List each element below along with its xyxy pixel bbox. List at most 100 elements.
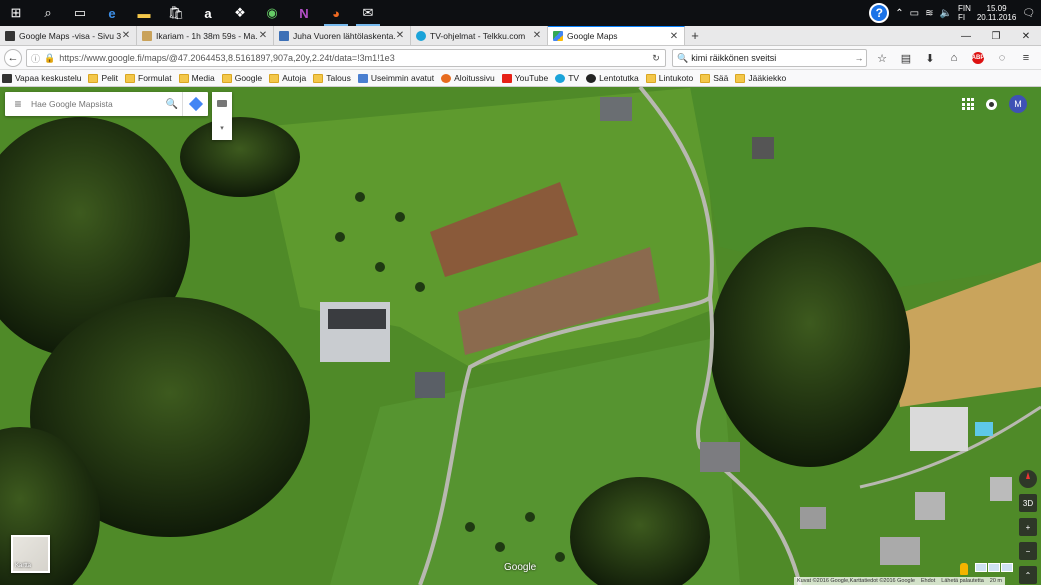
- minimize-icon[interactable]: —: [951, 26, 981, 46]
- chevron-up-icon[interactable]: ⌃: [895, 8, 903, 19]
- zoom-in-button[interactable]: +: [1019, 518, 1037, 536]
- bookmark-vapaa-keskustelu[interactable]: Vapaa keskustelu: [2, 73, 81, 83]
- bookmark-lentotutka[interactable]: Lentotutka: [586, 73, 639, 83]
- bookmark-star-icon[interactable]: ☆: [871, 48, 893, 68]
- expand-icon[interactable]: ⌃: [1019, 566, 1037, 584]
- restore-icon[interactable]: ❐: [981, 26, 1011, 46]
- bookmark-useimmin-avatut[interactable]: Useimmin avatut: [357, 73, 435, 83]
- back-button[interactable]: ←: [4, 48, 22, 67]
- search-text[interactable]: kimi räikkönen sveitsi: [691, 53, 852, 63]
- side-panel-toggle[interactable]: ▾: [212, 92, 232, 140]
- bookmark-tv[interactable]: TV: [555, 73, 579, 83]
- wifi-icon[interactable]: ≋: [925, 8, 933, 19]
- close-tab-icon[interactable]: ✕: [395, 30, 405, 41]
- help-icon[interactable]: ?: [869, 3, 890, 23]
- close-tab-icon[interactable]: ✕: [121, 30, 131, 41]
- avatar[interactable]: M: [1009, 95, 1027, 113]
- mail-icon[interactable]: ✉: [352, 0, 384, 26]
- bookmark-folder-saa[interactable]: Sää: [700, 73, 728, 83]
- bookmark-folder-formulat[interactable]: Formulat: [125, 73, 172, 83]
- zoom-out-button[interactable]: −: [1019, 542, 1037, 560]
- pegman-icon[interactable]: [960, 563, 968, 575]
- url-bar[interactable]: ⓘ 🔒 https://www.google.fi/maps/@47.20644…: [26, 49, 666, 67]
- directions-button[interactable]: [182, 92, 208, 116]
- compass-icon[interactable]: [1019, 470, 1037, 488]
- home-icon[interactable]: ⌂: [943, 48, 965, 68]
- info-icon[interactable]: ⓘ: [31, 52, 40, 65]
- maps-search-input[interactable]: [31, 99, 162, 109]
- adblock-icon[interactable]: ABP: [967, 48, 989, 68]
- bookmark-folder-talous[interactable]: Talous: [313, 73, 351, 83]
- windows-start-icon[interactable]: ⊞: [0, 0, 32, 26]
- bookmark-folder-media[interactable]: Media: [178, 73, 215, 83]
- bookmark-folder-jaakiekko[interactable]: Jääkiekko: [735, 73, 786, 83]
- bookmark-label: Useimmin avatut: [370, 73, 435, 83]
- close-window-icon[interactable]: ✕: [1011, 26, 1041, 46]
- search-go-icon[interactable]: →: [852, 53, 866, 63]
- language-top: FIN: [957, 4, 971, 13]
- bookmark-youtube[interactable]: YouTube: [501, 73, 548, 83]
- satellite-imagery: [0, 87, 1041, 585]
- store-icon[interactable]: 🛍: [160, 0, 192, 26]
- close-tab-icon[interactable]: ✕: [532, 30, 542, 41]
- tab-ikariam[interactable]: Ikariam - 1h 38m 59s - Ma... ✕: [137, 26, 274, 45]
- sync-icon[interactable]: ◌: [991, 48, 1013, 68]
- reload-icon[interactable]: ↻: [647, 53, 665, 64]
- feedback-link[interactable]: Lähetä palautetta: [941, 578, 984, 584]
- bookmark-folder-autoja[interactable]: Autoja: [269, 73, 306, 83]
- tab-juha-vuori[interactable]: Juha Vuoren lähtölaskenta... ✕: [274, 26, 411, 45]
- satellite-map[interactable]: [0, 87, 1041, 585]
- lock-icon[interactable]: 🔒: [44, 53, 55, 64]
- notifications-icon[interactable]: 🗨: [1022, 8, 1035, 19]
- map-type-label: Kartta: [15, 563, 32, 569]
- terms-link[interactable]: Ehdot: [921, 578, 935, 584]
- notifications-icon[interactable]: [986, 98, 997, 110]
- tree: [465, 522, 475, 532]
- close-tab-icon[interactable]: ✕: [669, 31, 679, 42]
- url-text[interactable]: https://www.google.fi/maps/@47.2064453,8…: [59, 53, 647, 63]
- tab-google-maps[interactable]: Google Maps ✕: [548, 26, 685, 45]
- bookmark-folder-lintukoto[interactable]: Lintukoto: [645, 73, 693, 83]
- bookmark-folder-google[interactable]: Google: [221, 73, 262, 83]
- task-view-icon[interactable]: ▭: [64, 0, 96, 26]
- reading-list-icon[interactable]: ▤: [895, 48, 917, 68]
- close-tab-icon[interactable]: ✕: [258, 30, 268, 41]
- thumbnail[interactable]: [975, 563, 987, 572]
- map-type-switch[interactable]: Kartta: [11, 535, 50, 573]
- tab-telkku[interactable]: TV-ohjelmat - Telkku.com ✕: [411, 26, 548, 45]
- search-engine-icon[interactable]: 🔍: [677, 53, 688, 64]
- file-explorer-icon[interactable]: ▬: [128, 0, 160, 26]
- onenote-icon[interactable]: N: [288, 0, 320, 26]
- folder-icon: [125, 73, 136, 83]
- language-indicator[interactable]: FIN FI: [958, 4, 971, 22]
- new-tab-button[interactable]: +: [685, 26, 705, 45]
- keyboard-icon[interactable]: [217, 100, 227, 108]
- download-icon[interactable]: ⬇: [919, 48, 941, 68]
- hamburger-menu-icon[interactable]: ≡: [5, 97, 31, 111]
- scale-bar[interactable]: 20 m: [990, 578, 1002, 584]
- search-icon[interactable]: ⌕: [32, 0, 64, 26]
- firefox-icon[interactable]: ◕: [320, 0, 352, 26]
- amazon-icon[interactable]: a: [192, 0, 224, 26]
- search-icon[interactable]: 🔍: [162, 99, 182, 110]
- thumbnail[interactable]: [988, 563, 1000, 572]
- battery-icon[interactable]: ▭: [910, 8, 919, 19]
- maps-search-box[interactable]: ≡ 🔍: [5, 92, 208, 116]
- google-apps-icon[interactable]: [962, 98, 974, 110]
- chevron-down-icon[interactable]: ▾: [220, 124, 224, 132]
- bookmark-folder-pelit[interactable]: Pelit: [88, 73, 118, 83]
- tilt-3d-button[interactable]: 3D: [1019, 494, 1037, 512]
- thumbnail[interactable]: [1001, 563, 1013, 572]
- volume-icon[interactable]: 🔈: [940, 8, 952, 19]
- tab-google-maps-visa[interactable]: Google Maps -visa - Sivu 3 ✕: [0, 26, 137, 45]
- tripadvisor-icon[interactable]: ◉: [256, 0, 288, 26]
- edge-icon[interactable]: e: [96, 0, 128, 26]
- bookmark-aloitussivu[interactable]: Aloitussivu: [441, 73, 495, 83]
- imagery-thumbnails[interactable]: [975, 563, 1013, 572]
- menu-icon[interactable]: ≡: [1015, 48, 1037, 68]
- clock[interactable]: 15.09 20.11.2016: [977, 4, 1016, 22]
- search-bar[interactable]: 🔍 kimi räikkönen sveitsi →: [672, 49, 867, 67]
- dropbox-icon[interactable]: ❖: [224, 0, 256, 26]
- bookmarks-bar: Vapaa keskustelu Pelit Formulat Media Go…: [0, 70, 1041, 87]
- bookmark-label: Pelit: [101, 73, 119, 83]
